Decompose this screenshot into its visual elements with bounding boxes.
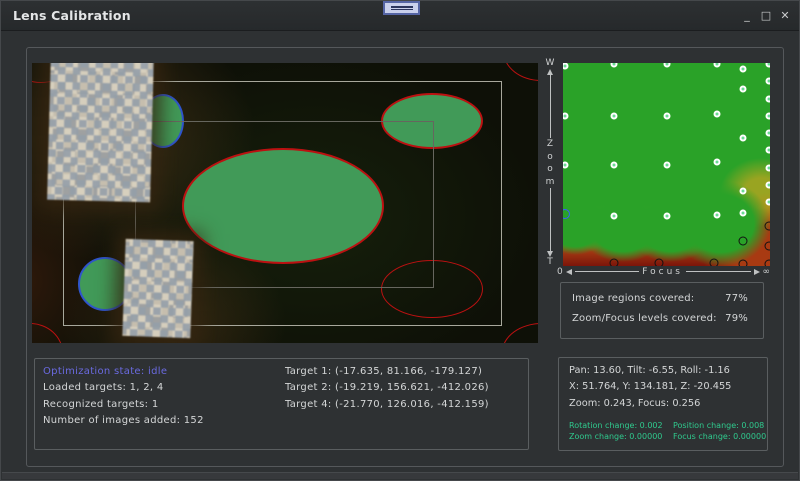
target-coordinate-line: Target 1: (-17.635, 81.166, -179.127) bbox=[285, 364, 489, 380]
coverage-stat-label: Zoom/Focus levels covered: bbox=[572, 309, 717, 329]
coverage-point-covered bbox=[740, 135, 747, 142]
coverage-point-covered bbox=[740, 86, 747, 93]
coverage-point-uncovered bbox=[739, 236, 748, 245]
camera-view bbox=[32, 63, 538, 343]
coverage-stat-value: 79% bbox=[725, 309, 748, 329]
coverage-point-covered bbox=[714, 159, 721, 166]
window-controls: _ □ ✕ bbox=[741, 1, 791, 31]
coverage-point-covered bbox=[714, 63, 721, 68]
camera-pose-line: X: 51.764, Y: 134.181, Z: -20.455 bbox=[569, 379, 731, 395]
coverage-point-covered bbox=[563, 161, 569, 168]
coverage-point-uncovered bbox=[764, 222, 770, 231]
change-row: Zoom change: 0.00000 Focus change: 0.000… bbox=[569, 431, 766, 442]
coverage-point-covered bbox=[663, 161, 670, 168]
coverage-point-covered bbox=[663, 63, 670, 68]
optimization-status-column: Optimization state: idle Loaded targets:… bbox=[43, 364, 204, 429]
status-info-line: Recognized targets: 1 bbox=[43, 397, 204, 413]
zoom-axis-label: Zoom bbox=[546, 138, 555, 188]
coverage-stat-row: Zoom/Focus levels covered: 79% bbox=[572, 309, 748, 329]
coverage-point-covered bbox=[740, 66, 747, 73]
coverage-point-covered bbox=[663, 112, 670, 119]
zoom-axis-wide-label: W bbox=[546, 58, 555, 69]
coverage-point-covered bbox=[563, 112, 569, 119]
focus-axis-zero-label: 0 bbox=[557, 267, 563, 277]
zoom-axis: W Zoom T bbox=[541, 58, 559, 268]
change-values: Rotation change: 0.002 Position change: … bbox=[569, 420, 766, 442]
zoom-axis-letter: m bbox=[546, 176, 555, 189]
target-coordinates-column: Target 1: (-17.635, 81.166, -179.127)Tar… bbox=[285, 364, 489, 413]
coverage-point-covered bbox=[610, 112, 617, 119]
coverage-point-covered bbox=[663, 213, 670, 220]
focus-axis-line-left bbox=[575, 271, 640, 272]
coverage-stat-row: Image regions covered: 77% bbox=[572, 289, 748, 309]
zoom-axis-letter: Z bbox=[547, 138, 553, 151]
coverage-point-covered bbox=[765, 181, 770, 188]
change-value-left: Zoom change: 0.00000 bbox=[569, 431, 673, 442]
coverage-point-uncovered bbox=[764, 241, 770, 250]
zoom-axis-line-bottom bbox=[550, 188, 551, 251]
target-coordinate-line: Target 2: (-19.219, 156.621, -412.026) bbox=[285, 380, 489, 396]
camera-pose-line: Pan: 13.60, Tilt: -6.55, Roll: -1.16 bbox=[569, 363, 731, 379]
change-value-left: Rotation change: 0.002 bbox=[569, 420, 673, 431]
change-value-right: Position change: 0.008 bbox=[673, 420, 764, 431]
focus-axis: 0 Focus ∞ bbox=[557, 265, 770, 278]
edge-arc-bottom-left bbox=[32, 323, 63, 343]
camera-pose-column: Pan: 13.60, Tilt: -6.55, Roll: -1.16X: 5… bbox=[569, 363, 731, 412]
minimize-button[interactable]: _ bbox=[741, 1, 753, 31]
zoom-axis-tele-label: T bbox=[547, 257, 553, 268]
coverage-point-covered bbox=[714, 212, 721, 219]
window-bottom-edge bbox=[2, 472, 798, 479]
change-value-right: Focus change: 0.00000 bbox=[673, 431, 766, 442]
status-box-right: Pan: 13.60, Tilt: -6.55, Roll: -1.16X: 5… bbox=[558, 357, 768, 451]
status-info-lines: Loaded targets: 1, 2, 4Recognized target… bbox=[43, 380, 204, 429]
target-coordinate-line: Target 4: (-21.770, 126.016, -412.159) bbox=[285, 397, 489, 413]
edge-arc-bottom-right bbox=[502, 323, 538, 343]
coverage-point-covered bbox=[765, 95, 770, 102]
status-box-left: Optimization state: idle Loaded targets:… bbox=[34, 358, 529, 450]
coverage-point-covered bbox=[765, 147, 770, 154]
coverage-point-covered bbox=[714, 110, 721, 117]
coverage-stats-box: Image regions covered: 77% Zoom/Focus le… bbox=[560, 282, 764, 339]
coverage-point-current bbox=[563, 209, 570, 219]
maximize-button[interactable]: □ bbox=[760, 1, 772, 31]
coverage-point-covered bbox=[563, 63, 569, 70]
focus-axis-line-right bbox=[686, 271, 751, 272]
coverage-point-covered bbox=[765, 78, 770, 85]
coverage-point-covered bbox=[765, 199, 770, 206]
coverage-point-covered bbox=[740, 187, 747, 194]
zoom-axis-line-top bbox=[550, 75, 551, 138]
window-title: Lens Calibration bbox=[13, 8, 131, 23]
change-row: Rotation change: 0.002 Position change: … bbox=[569, 420, 766, 431]
coverage-stat-label: Image regions covered: bbox=[572, 289, 694, 309]
arrow-right-icon bbox=[754, 269, 760, 275]
arrow-left-icon bbox=[566, 269, 572, 275]
focus-axis-infinity-label: ∞ bbox=[763, 267, 771, 277]
coverage-point-covered bbox=[610, 161, 617, 168]
lens-calibration-window: Lens Calibration _ □ ✕ W Zoom T 0 Focus … bbox=[0, 0, 800, 481]
coverage-point-covered bbox=[610, 213, 617, 220]
close-button[interactable]: ✕ bbox=[779, 1, 791, 31]
coverage-point-covered bbox=[765, 112, 770, 119]
camera-pose-line: Zoom: 0.243, Focus: 0.256 bbox=[569, 396, 731, 412]
zoom-axis-letter: o bbox=[547, 163, 553, 176]
zoom-axis-letter: o bbox=[547, 151, 553, 164]
coverage-point-covered bbox=[740, 210, 747, 217]
status-info-line: Number of images added: 152 bbox=[43, 413, 204, 429]
coverage-heatmap bbox=[563, 63, 770, 266]
coverage-point-covered bbox=[765, 63, 770, 68]
coverage-point-covered bbox=[765, 164, 770, 171]
edge-arc-top-right bbox=[503, 63, 538, 81]
status-info-line: Loaded targets: 1, 2, 4 bbox=[43, 380, 204, 396]
calibration-board-large bbox=[47, 63, 154, 202]
coverage-point-covered bbox=[610, 63, 617, 68]
dock-tab-handle-icon[interactable] bbox=[383, 1, 420, 15]
calibration-board-small bbox=[122, 239, 193, 338]
optimization-state-line: Optimization state: idle bbox=[43, 364, 204, 380]
coverage-point-covered bbox=[765, 130, 770, 137]
coverage-stat-value: 77% bbox=[725, 289, 748, 309]
focus-axis-label: Focus bbox=[642, 267, 683, 277]
